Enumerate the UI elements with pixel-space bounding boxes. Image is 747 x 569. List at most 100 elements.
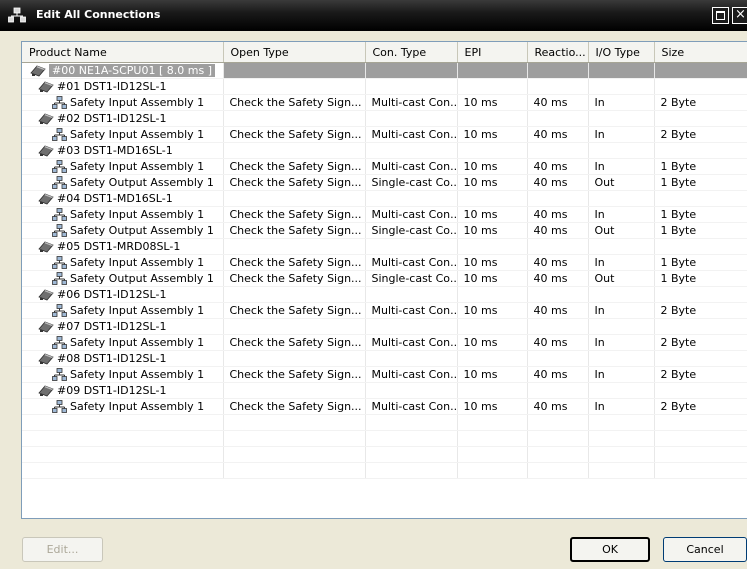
table-cell — [527, 78, 589, 95]
tree-node: #07 DST1-ID12SL-1 — [28, 320, 166, 333]
table-cell: Multi-cast Con... — [365, 158, 458, 175]
tree-node: #09 DST1-ID12SL-1 — [28, 384, 166, 397]
cancel-button[interactable]: Cancel — [663, 537, 747, 562]
connection-icon — [52, 256, 67, 269]
table-cell — [457, 414, 528, 431]
tree-node: Safety Output Assembly 1 — [28, 272, 214, 285]
column-header[interactable]: I/O Type — [588, 42, 655, 63]
window-title: Edit All Connections — [36, 8, 161, 21]
connection-row[interactable]: Safety Input Assembly 1 Check the Safety … — [22, 206, 747, 223]
connections-table: Product Name Open Type Con. Type EPI Reactio… — [22, 42, 747, 479]
connection-row[interactable]: Safety Output Assembly 1 Check the Safety… — [22, 174, 747, 191]
device-row[interactable]: #08 DST1-ID12SL-1 — [22, 350, 747, 367]
table-cell: 1 Byte — [654, 270, 747, 287]
device-row[interactable]: #03 DST1-MD16SL-1 — [22, 142, 747, 159]
table-cell: 2 Byte — [654, 126, 747, 143]
connection-row[interactable]: Safety Output Assembly 1 Check the Safety… — [22, 222, 747, 239]
node-label: Safety Output Assembly 1 — [70, 176, 214, 189]
table-cell — [654, 430, 747, 447]
table-row-selected[interactable]: #00 NE1A-SCPU01 [ 8.0 ms ] — [22, 62, 747, 79]
table-cell: In — [588, 206, 655, 223]
connection-row[interactable]: Safety Output Assembly 1 Check the Safety… — [22, 270, 747, 287]
column-header[interactable]: Size — [654, 42, 747, 63]
table-cell — [223, 462, 366, 479]
device-row[interactable]: #04 DST1-MD16SL-1 — [22, 190, 747, 207]
connection-icon — [52, 160, 67, 173]
node-label: Safety Output Assembly 1 — [70, 272, 214, 285]
device-row[interactable]: #05 DST1-MRD08SL-1 — [22, 238, 747, 255]
table-cell: Check the Safety Sign... — [223, 366, 366, 383]
table-cell — [588, 414, 655, 431]
node-label: #04 DST1-MD16SL-1 — [57, 192, 173, 205]
table-cell: Check the Safety Sign... — [223, 222, 366, 239]
connection-icon — [52, 336, 67, 349]
connection-icon — [52, 368, 67, 381]
connection-row[interactable]: Safety Input Assembly 1 Check the Safety … — [22, 366, 747, 383]
table-cell — [527, 414, 589, 431]
table-cell: 40 ms — [527, 126, 589, 143]
table-cell — [223, 110, 366, 127]
table-cell: #01 DST1-ID12SL-1 — [22, 78, 224, 95]
table-cell — [365, 446, 458, 463]
table-cell: 2 Byte — [654, 366, 747, 383]
table-cell: 40 ms — [527, 302, 589, 319]
connection-icon — [52, 304, 67, 317]
column-header[interactable]: Product Name — [22, 42, 224, 63]
table-cell: 10 ms — [457, 174, 528, 191]
tree-node: Safety Input Assembly 1 — [28, 368, 204, 381]
column-header[interactable]: EPI — [457, 42, 528, 63]
connection-row[interactable]: Safety Input Assembly 1 Check the Safety … — [22, 126, 747, 143]
column-header[interactable]: Open Type — [223, 42, 366, 63]
table-cell: 40 ms — [527, 94, 589, 111]
close-button[interactable]: × — [732, 7, 747, 24]
edit-button[interactable]: Edit... — [22, 537, 103, 562]
table-cell: Check the Safety Sign... — [223, 126, 366, 143]
table-cell: 1 Byte — [654, 158, 747, 175]
device-row[interactable]: #02 DST1-ID12SL-1 — [22, 110, 747, 127]
connection-row[interactable]: Safety Input Assembly 1 Check the Safety … — [22, 334, 747, 351]
table-cell — [457, 286, 528, 303]
title-bar[interactable]: Edit All Connections × — [0, 0, 747, 31]
connection-row[interactable]: Safety Input Assembly 1 Check the Safety … — [22, 94, 747, 111]
table-cell — [365, 62, 458, 79]
connection-row[interactable]: Safety Input Assembly 1 Check the Safety … — [22, 158, 747, 175]
table-cell — [527, 190, 589, 207]
ok-button[interactable]: OK — [570, 537, 650, 562]
node-label: #03 DST1-MD16SL-1 — [57, 144, 173, 157]
table-cell: Safety Input Assembly 1 — [22, 334, 224, 351]
device-icon — [38, 113, 54, 125]
connections-list[interactable]: Product Name Open Type Con. Type EPI Reactio… — [21, 41, 747, 519]
table-cell: Safety Output Assembly 1 — [22, 270, 224, 287]
table-cell: Out — [588, 270, 655, 287]
table-cell — [457, 78, 528, 95]
table-cell — [457, 430, 528, 447]
tree-node: #06 DST1-ID12SL-1 — [28, 288, 166, 301]
column-header[interactable]: Con. Type — [365, 42, 458, 63]
table-cell: Safety Input Assembly 1 — [22, 206, 224, 223]
table-cell: Safety Input Assembly 1 — [22, 302, 224, 319]
connection-row[interactable]: Safety Input Assembly 1 Check the Safety … — [22, 254, 747, 271]
device-row[interactable]: #01 DST1-ID12SL-1 — [22, 78, 747, 95]
tree-node: #03 DST1-MD16SL-1 — [28, 144, 173, 157]
table-cell: In — [588, 398, 655, 415]
device-row[interactable]: #09 DST1-ID12SL-1 — [22, 382, 747, 399]
connection-row[interactable]: Safety Input Assembly 1 Check the Safety … — [22, 398, 747, 415]
table-cell: 10 ms — [457, 222, 528, 239]
column-header[interactable]: Reactio... — [527, 42, 589, 63]
node-label: #01 DST1-ID12SL-1 — [57, 80, 167, 93]
device-row[interactable]: #06 DST1-ID12SL-1 — [22, 286, 747, 303]
table-cell — [588, 446, 655, 463]
empty-row — [22, 446, 747, 463]
maximize-button[interactable] — [712, 7, 729, 24]
node-label: #00 NE1A-SCPU01 [ 8.0 ms ] — [49, 64, 215, 77]
device-row[interactable]: #07 DST1-ID12SL-1 — [22, 318, 747, 335]
table-cell — [588, 238, 655, 255]
connection-row[interactable]: Safety Input Assembly 1 Check the Safety … — [22, 302, 747, 319]
node-label: Safety Input Assembly 1 — [70, 160, 205, 173]
table-cell — [654, 62, 747, 79]
table-cell — [223, 350, 366, 367]
table-cell — [588, 110, 655, 127]
device-icon — [38, 193, 54, 205]
table-cell — [457, 190, 528, 207]
network-icon — [8, 7, 26, 23]
